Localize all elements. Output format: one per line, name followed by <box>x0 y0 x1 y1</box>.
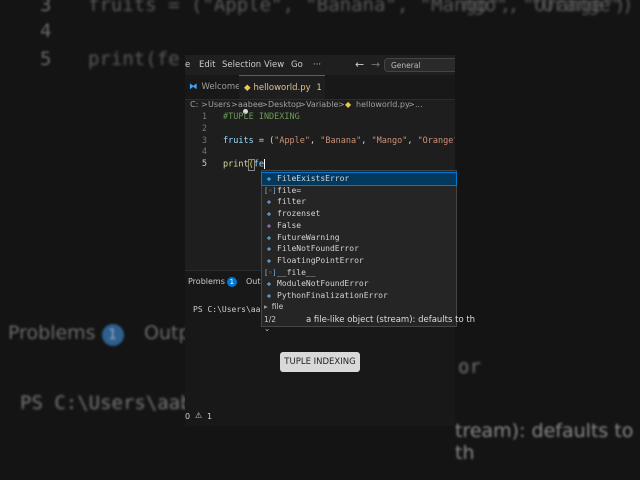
bg-line-number: 4 <box>40 20 52 42</box>
line-number: 2 <box>201 124 207 134</box>
line-number: 3 <box>201 136 207 146</box>
problems-count-badge: 1 <box>226 277 237 287</box>
bg-line-number: 5 <box>40 48 52 70</box>
breadcrumb-separator: > <box>408 100 415 109</box>
suggestion-item[interactable]: ❖ PythonFinalizationError <box>262 290 456 302</box>
breadcrumb-item[interactable]: Users <box>208 100 230 109</box>
terminal-prompt[interactable]: PS C:\Users\aab <box>193 305 265 314</box>
menu-file[interactable]: e <box>185 60 190 70</box>
suggestion-item[interactable]: ❖ FileExistsError <box>261 172 457 186</box>
breadcrumb-item[interactable]: Desktop <box>268 100 301 109</box>
bg-fragment: or <box>458 356 481 378</box>
menu-selection[interactable]: Selection <box>222 60 261 70</box>
breadcrumb: C: > Users > aabee > Desktop > Variable … <box>185 99 455 113</box>
caption-overlay: TUPLE INDEXING <box>280 352 360 372</box>
arrow-left-icon[interactable]: ← <box>355 58 364 71</box>
suggestion-label: FileExistsError <box>277 174 350 183</box>
line-number: 1 <box>201 112 207 122</box>
menu-bar: e Edit Selection View Go ··· ← → General… <box>185 55 455 84</box>
suggestion-counter[interactable]: 1/2 ⌄ <box>264 315 276 333</box>
breadcrumb-separator: > <box>201 100 208 109</box>
menu-edit[interactable]: Edit <box>199 60 215 70</box>
suggestion-label: FutureWarning <box>277 232 340 242</box>
arrow-right-icon[interactable]: → <box>371 58 380 71</box>
suggestion-label: file= <box>277 185 302 195</box>
class-icon: ❖ <box>266 292 272 300</box>
bg-line-number: 3 <box>40 0 52 16</box>
suggestion-label: False <box>277 220 302 230</box>
suggestion-item[interactable]: [◦]__file__ <box>262 267 456 279</box>
menu-view[interactable]: View <box>264 60 284 70</box>
breadcrumb-item[interactable]: Variable <box>306 100 338 109</box>
warning-count[interactable]: 1 <box>207 412 212 421</box>
autocomplete-suggestions: ❖ FileExistsError [◦]file= ❖ filter ❖ frozense… <box>261 170 457 333</box>
menu-more[interactable]: ··· <box>313 60 321 70</box>
bg-output-tab: Outp <box>144 322 191 344</box>
vscode-logo-icon: ⧓ <box>189 82 198 92</box>
suggestion-documentation: a file-like object (stream): defaults to… <box>306 315 476 325</box>
suggestion-label: PythonFinalizationError <box>277 291 388 300</box>
suggestion-label: __file__ <box>277 267 316 277</box>
breadcrumb-separator: > <box>299 100 306 109</box>
suggestion-item[interactable]: ❖ FloatingPointError <box>262 255 456 267</box>
editor-tabs: ⧓ Welcome ◆ helloworld.py 1 <box>185 75 455 114</box>
warning-icon: ⚠ <box>195 411 203 420</box>
bg-problems-tab: Problems 1 <box>8 322 124 346</box>
suggestion-label: filter <box>277 197 306 207</box>
suggestion-item[interactable]: ❖ False <box>262 220 456 232</box>
breadcrumb-item[interactable]: C: <box>190 100 198 109</box>
code-line-1[interactable]: #TUPLE INDEXING <box>223 112 300 122</box>
suggestion-item[interactable]: ❖ FutureWarning <box>262 232 456 244</box>
error-count[interactable]: 0 <box>185 412 190 421</box>
tab-problems[interactable]: Problems 1 <box>188 277 237 287</box>
suggestion-label: frozenset <box>277 209 321 219</box>
bg-terminal: PS C:\Users\aab <box>20 392 192 414</box>
breadcrumb-item[interactable]: aabee <box>238 100 263 109</box>
bg-code-fragment: ngo", "Orange") <box>462 0 634 16</box>
python-file-icon: ◆ <box>244 83 251 93</box>
bg-code-line: print(fe <box>88 48 180 70</box>
python-file-icon: ◆ <box>345 100 352 109</box>
text-cursor <box>263 159 265 169</box>
suggestion-label: FloatingPointError <box>277 255 364 265</box>
line-number: 4 <box>201 147 207 157</box>
tab-problem-badge: 1 <box>316 83 322 93</box>
suggestion-item[interactable]: ❖ frozenset <box>262 208 456 220</box>
line-number: 5 <box>201 159 207 169</box>
suggestion-item[interactable]: ❖ FileNotFoundError <box>262 243 456 255</box>
breadcrumb-separator: > <box>231 100 238 109</box>
suggestion-hint: ▸ file <box>264 302 284 311</box>
status-bar: 0 ⚠ 1 <box>185 410 455 426</box>
tab-filename: helloworld.py <box>253 83 311 93</box>
suggestion-label: FileNotFoundError <box>277 244 359 254</box>
code-line-5[interactable]: print(fe <box>223 158 265 171</box>
chevron-down-icon[interactable]: ⌄ <box>264 324 270 333</box>
suggestion-item[interactable]: ❖ ModuleNotFoundError <box>262 278 456 290</box>
code-line-3[interactable]: fruits = ("Apple", "Banana", "Mango", "O… <box>223 136 455 146</box>
tab-helloworld[interactable]: ◆ helloworld.py 1 <box>239 75 325 114</box>
breadcrumb-separator: > <box>261 100 268 109</box>
suggestion-item[interactable]: ❖ filter <box>262 196 456 208</box>
menu-go[interactable]: Go <box>291 60 303 70</box>
breadcrumb-separator: > <box>338 100 345 109</box>
suggestion-label: ModuleNotFoundError <box>277 279 369 289</box>
bg-doc-fragment: tream): defaults to th <box>455 420 634 464</box>
suggestion-item[interactable]: [◦]file= <box>262 185 456 197</box>
breadcrumb-item[interactable]: ... <box>415 100 423 109</box>
tab-welcome[interactable]: ⧓ Welcome <box>185 75 240 99</box>
command-center-search[interactable]: General Knowledge <box>384 58 455 84</box>
breadcrumb-item[interactable]: helloworld.py <box>356 100 410 109</box>
